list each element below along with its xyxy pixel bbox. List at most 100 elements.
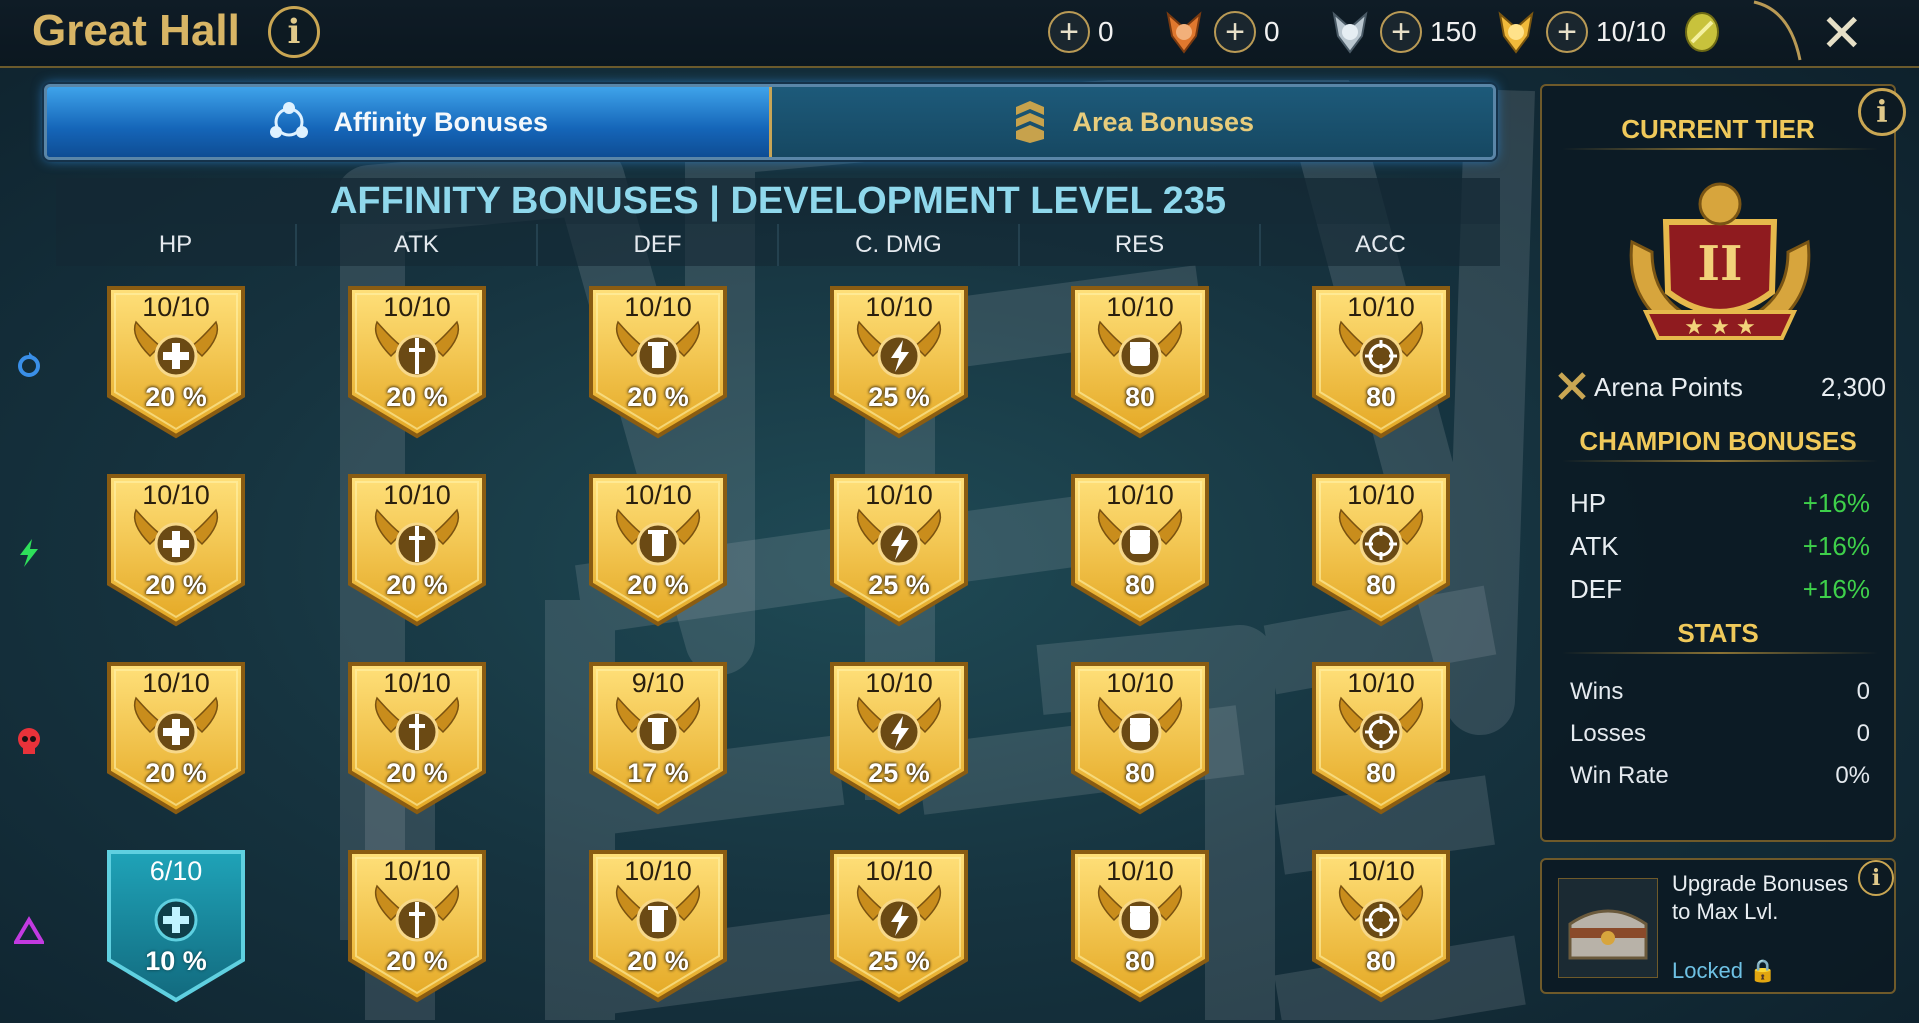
badge-value: 80	[1365, 382, 1397, 412]
badge-value: 80	[1124, 946, 1156, 976]
champion-bonus-row: DEF +16%	[1570, 574, 1870, 605]
affinity-icon	[270, 102, 309, 138]
bonus-badge-void-hp[interactable]: 6/10 10 %	[105, 848, 247, 1003]
stats-row: Losses 0	[1570, 720, 1870, 748]
bonus-badge-force-def[interactable]: 10/10 20 %	[587, 472, 729, 627]
bonus-badge-magic-atk[interactable]: 10/10 20 %	[346, 284, 488, 439]
badge-value: 80	[1365, 570, 1397, 600]
upgrade-panel[interactable]: i Upgrade Bonuses to Max Lvl. Locked 🔒	[1540, 858, 1896, 994]
bonus-badge-force-hp[interactable]: 10/10 20 %	[105, 472, 247, 627]
bonus-badge-magic-acc[interactable]: 10/10 80	[1310, 284, 1452, 439]
badge-value: 20 %	[145, 570, 207, 600]
bonus-badge-magic-hp[interactable]: 10/10 20 %	[105, 284, 247, 439]
void-affinity-icon	[14, 916, 44, 944]
resource-silver-medal: + 0	[1214, 8, 1374, 56]
bonus-badge-spirit-res[interactable]: 10/10 80	[1069, 660, 1211, 815]
bonus-badge-spirit-def[interactable]: 9/10 17 %	[587, 660, 729, 815]
badge-value: 20 %	[386, 382, 448, 412]
resource-value: 150	[1430, 16, 1477, 47]
locked-label: Locked	[1672, 958, 1743, 983]
arena-points-label: Arena Points	[1594, 372, 1743, 402]
stats-row: Wins 0	[1570, 678, 1870, 706]
resource-value: 0	[1098, 16, 1114, 47]
bonus-tabs: Affinity Bonuses Area Bonuses	[44, 84, 1496, 160]
tier-emblem-icon: II ★ ★ ★	[1629, 182, 1811, 340]
resource-gold-medal: + 150	[1380, 8, 1540, 56]
bonus-badge-void-cdmg[interactable]: 10/10 25 %	[828, 848, 970, 1003]
badge-value: 20 %	[386, 946, 448, 976]
force-affinity-icon	[20, 539, 38, 567]
silver-medal-icon	[1332, 11, 1368, 54]
stats-row: Win Rate 0%	[1570, 762, 1870, 790]
svg-text:★ ★ ★: ★ ★ ★	[1684, 314, 1755, 339]
bonus-badge-spirit-atk[interactable]: 10/10 20 %	[346, 660, 488, 815]
bonus-value: +16%	[1802, 488, 1870, 518]
bonus-badge-magic-cdmg[interactable]: 10/10 25 %	[828, 284, 970, 439]
badge-value: 20 %	[627, 570, 689, 600]
badge-value: 80	[1365, 758, 1397, 788]
stats-value: 0	[1856, 720, 1870, 747]
bonus-badge-force-res[interactable]: 10/10 80	[1069, 472, 1211, 627]
magic-affinity-icon	[18, 352, 40, 377]
resource-value: 10/10	[1596, 16, 1667, 47]
badge-value: 25 %	[868, 758, 930, 788]
tier-panel: i CURRENT TIER II ★ ★ ★ Arena Points 2,3…	[1540, 84, 1906, 842]
bonus-badge-void-atk[interactable]: 10/10 20 %	[346, 848, 488, 1003]
bonus-stat: HP	[1570, 488, 1607, 518]
bonus-badge-void-acc[interactable]: 10/10 80	[1310, 848, 1452, 1003]
bonus-badge-force-acc[interactable]: 10/10 80	[1310, 472, 1452, 627]
bonus-badge-force-cdmg[interactable]: 10/10 25 %	[828, 472, 970, 627]
top-bar: Great Hall i + 0 + 0 + 150 + 10/10 ✕	[0, 0, 1919, 68]
stats-label: STATS	[1677, 618, 1759, 648]
stats-label: Win Rate	[1570, 762, 1669, 789]
badge-value: 25 %	[868, 382, 930, 412]
bonus-badge-spirit-cdmg[interactable]: 10/10 25 %	[828, 660, 970, 815]
info-icon[interactable]: i	[268, 6, 320, 58]
badge-value: 80	[1124, 382, 1156, 412]
badge-value: 20 %	[386, 758, 448, 788]
column-header: DEF	[538, 224, 779, 266]
add-gold-button[interactable]: +	[1380, 11, 1422, 53]
bronze-medal-icon	[1166, 11, 1202, 54]
badge-value: 20 %	[627, 946, 689, 976]
spirit-affinity-icon	[18, 728, 40, 754]
page-title: Great Hall	[32, 6, 240, 55]
bonus-stat: ATK	[1570, 531, 1619, 561]
column-headers: HP ATK DEF C. DMG RES ACC	[56, 224, 1500, 266]
bonus-badge-spirit-acc[interactable]: 10/10 80	[1310, 660, 1452, 815]
badge-value: 80	[1124, 758, 1156, 788]
stats-label: Losses	[1570, 720, 1647, 747]
stats-value: 0%	[1835, 762, 1870, 789]
resource-value: 0	[1264, 16, 1280, 47]
add-silver-button[interactable]: +	[1214, 11, 1256, 53]
bonus-badge-magic-res[interactable]: 10/10 80	[1069, 284, 1211, 439]
add-bronze-button[interactable]: +	[1048, 11, 1090, 53]
bonus-badge-spirit-hp[interactable]: 10/10 20 %	[105, 660, 247, 815]
add-token-button[interactable]: +	[1546, 11, 1588, 53]
tab-affinity-bonuses[interactable]: Affinity Bonuses	[47, 87, 769, 157]
badge-value: 17 %	[627, 758, 689, 788]
current-tier-label: CURRENT TIER	[1621, 114, 1815, 144]
bonus-stat: DEF	[1570, 574, 1622, 604]
badge-value: 20 %	[386, 570, 448, 600]
tab-area-bonuses[interactable]: Area Bonuses	[768, 87, 1493, 157]
bonus-badge-void-res[interactable]: 10/10 80	[1069, 848, 1211, 1003]
resource-arena-token: + 10/10	[1546, 8, 1726, 56]
column-header: C. DMG	[779, 224, 1020, 266]
bonus-badge-void-def[interactable]: 10/10 20 %	[587, 848, 729, 1003]
badge-value: 10 %	[145, 946, 207, 976]
board-title: AFFINITY BONUSES | DEVELOPMENT LEVEL 235	[56, 178, 1500, 224]
stats-label: Wins	[1570, 678, 1624, 705]
champion-bonuses-label: CHAMPION BONUSES	[1579, 426, 1857, 456]
close-icon[interactable]: ✕	[1820, 4, 1864, 64]
badge-value: 80	[1124, 570, 1156, 600]
resource-bronze-medal: + 0	[1048, 8, 1208, 56]
tab-label: Area Bonuses	[1072, 106, 1255, 137]
column-header: HP	[56, 224, 297, 266]
bonus-badge-magic-def[interactable]: 10/10 20 %	[587, 284, 729, 439]
champion-bonus-row: ATK +16%	[1570, 531, 1870, 562]
bonus-badge-force-atk[interactable]: 10/10 20 %	[346, 472, 488, 627]
badge-value: 20 %	[145, 382, 207, 412]
column-header: ATK	[297, 224, 538, 266]
corner-ornament	[1753, 0, 1802, 61]
